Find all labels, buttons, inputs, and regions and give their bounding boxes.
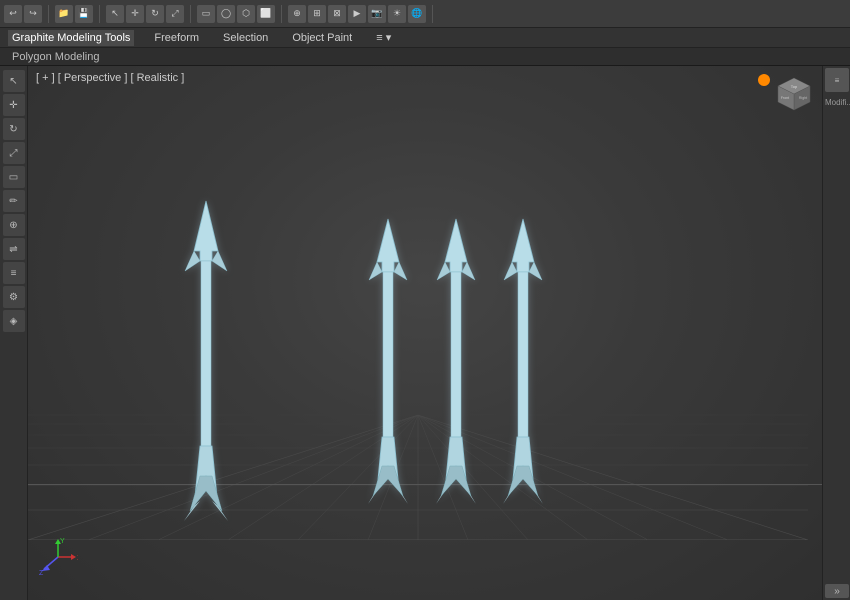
- open-icon[interactable]: 📁: [55, 5, 73, 23]
- toolbar-group-5: ⊕ ⊞ ⊠ ▶ 📷 ☀ 🌐: [288, 5, 433, 23]
- light-icon[interactable]: ☀: [388, 5, 406, 23]
- select-tool-icon[interactable]: ▭: [3, 166, 25, 188]
- toolbar-group-1: ↩ ↪: [4, 5, 49, 23]
- svg-text:Z: Z: [39, 570, 44, 577]
- svg-text:Top: Top: [791, 84, 798, 89]
- snap-tool-icon[interactable]: ⊕: [3, 214, 25, 236]
- arrow-object-4[interactable]: [500, 214, 546, 514]
- sub-bar: Polygon Modeling: [0, 48, 850, 66]
- sub-polygon-modeling[interactable]: Polygon Modeling: [8, 50, 103, 64]
- plane-icon[interactable]: ⬜: [257, 5, 275, 23]
- horizon-line: [28, 484, 822, 485]
- modifier-expand-button[interactable]: »: [825, 584, 849, 598]
- svg-text:Front: Front: [781, 96, 789, 100]
- toolbar-group-4: ▭ ◯ ⬡ ⬜: [197, 5, 282, 23]
- orange-dot: [758, 74, 770, 86]
- grid-icon[interactable]: ⊞: [308, 5, 326, 23]
- modifier-label: Modifi...: [825, 98, 848, 107]
- move-icon[interactable]: ✛: [126, 5, 144, 23]
- nav-cube[interactable]: Top Right Front: [774, 74, 814, 114]
- scale-icon[interactable]: ⤢: [166, 5, 184, 23]
- axis-indicator: X Y Z: [38, 537, 78, 580]
- menu-selection[interactable]: Selection: [219, 30, 272, 46]
- menu-graphite[interactable]: Graphite Modeling Tools: [8, 30, 134, 46]
- svg-text:Y: Y: [60, 538, 65, 545]
- snap-icon[interactable]: ⊕: [288, 5, 306, 23]
- toolbar-group-3: ↖ ✛ ↻ ⤢: [106, 5, 191, 23]
- arrow-object-2[interactable]: [365, 214, 411, 514]
- misc-tool-icon[interactable]: ◈: [3, 310, 25, 332]
- cylinder-icon[interactable]: ⬡: [237, 5, 255, 23]
- wire-icon[interactable]: ⊠: [328, 5, 346, 23]
- modifier-panel: ≡ Modifi... »: [822, 66, 850, 600]
- redo-icon[interactable]: ↪: [24, 5, 42, 23]
- rotate-tool-icon[interactable]: ↻: [3, 118, 25, 140]
- toolbar-group-2: 📁 💾: [55, 5, 100, 23]
- viewport[interactable]: [ + ] [ Perspective ] [ Realistic ] Top …: [28, 66, 822, 600]
- box-icon[interactable]: ▭: [197, 5, 215, 23]
- cursor-tool-icon[interactable]: ↖: [3, 70, 25, 92]
- arrow-object-3[interactable]: [433, 214, 479, 514]
- save-icon[interactable]: 💾: [75, 5, 93, 23]
- left-toolbar: ↖ ✛ ↻ ⤢ ▭ ✏ ⊕ ⇌ ≡ ⚙ ◈: [0, 66, 28, 600]
- sphere-icon[interactable]: ◯: [217, 5, 235, 23]
- align-tool-icon[interactable]: ≡: [3, 262, 25, 284]
- menu-bar: Graphite Modeling Tools Freeform Selecti…: [0, 28, 850, 48]
- camera-icon[interactable]: 📷: [368, 5, 386, 23]
- move-tool-icon[interactable]: ✛: [3, 94, 25, 116]
- render-icon[interactable]: ▶: [348, 5, 366, 23]
- viewport-label: [ + ] [ Perspective ] [ Realistic ]: [36, 72, 184, 84]
- svg-text:X: X: [77, 555, 78, 562]
- top-toolbar: ↩ ↪ 📁 💾 ↖ ✛ ↻ ⤢ ▭ ◯ ⬡ ⬜ ⊕ ⊞ ⊠ ▶ 📷 ☀ 🌐: [0, 0, 850, 28]
- arrow-object-1[interactable]: [180, 196, 232, 526]
- svg-text:Right: Right: [799, 96, 807, 100]
- main-area: ↖ ✛ ↻ ⤢ ▭ ✏ ⊕ ⇌ ≡ ⚙ ◈ [ + ] [ Perspectiv…: [0, 66, 850, 600]
- env-icon[interactable]: 🌐: [408, 5, 426, 23]
- menu-more[interactable]: ≡ ▾: [372, 29, 395, 46]
- paint-tool-icon[interactable]: ✏: [3, 190, 25, 212]
- viewport-grid: [28, 340, 808, 540]
- tools-tool-icon[interactable]: ⚙: [3, 286, 25, 308]
- mirror-tool-icon[interactable]: ⇌: [3, 238, 25, 260]
- select-icon[interactable]: ↖: [106, 5, 124, 23]
- undo-icon[interactable]: ↩: [4, 5, 22, 23]
- menu-freeform[interactable]: Freeform: [150, 30, 203, 46]
- scale-tool-icon[interactable]: ⤢: [3, 142, 25, 164]
- menu-object-paint[interactable]: Object Paint: [288, 30, 356, 46]
- rotate-icon[interactable]: ↻: [146, 5, 164, 23]
- modifier-list-icon[interactable]: ≡: [825, 68, 849, 92]
